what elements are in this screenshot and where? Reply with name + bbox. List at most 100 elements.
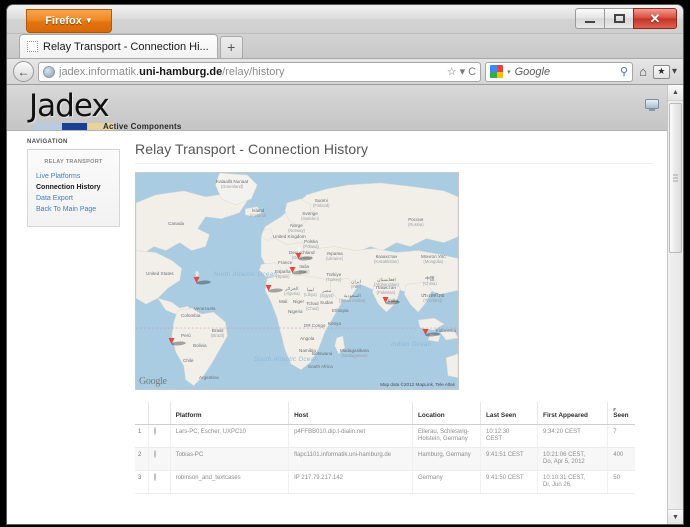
logo-color-bars [34,123,114,130]
map-label: South Africa [308,364,333,369]
sidebar-item-connection-history[interactable]: Connection History [36,183,111,193]
map-label: Angola [300,336,314,341]
map-label-sub: (Ukraine) [326,256,343,261]
flag-germany-icon [154,473,156,481]
new-tab-button[interactable]: + [220,36,243,58]
map-label: Argentina [199,375,219,380]
map-label: United Kingdom [273,234,306,239]
marker-canada[interactable]: 9 [192,269,203,285]
back-arrow-icon: ← [18,65,30,79]
flag-germany-icon [154,450,156,458]
map-label: Россия(Russia) [408,217,424,227]
map-label: Казахстан(Kazakhstan) [374,254,399,264]
minimize-button[interactable] [575,8,604,29]
map-label-sub: (Kazakhstan) [374,259,399,264]
cell-first-appeared-line2: Do, Apr 5, 2012 [543,459,603,466]
bookmarks-button[interactable]: ★ ▾ [653,65,677,79]
marker-spain[interactable] [264,277,275,293]
close-button[interactable]: ✕ [633,8,677,29]
cell-location: Ellerau, Schleswig-Holstein, Germany [413,425,481,448]
col-last-seen[interactable]: Last Seen [481,402,538,425]
sidebar-item-data-export[interactable]: Data Export [36,194,111,204]
reload-icon[interactable]: C [468,66,476,78]
map-label: Mali [279,299,287,304]
col-location[interactable]: Location [413,402,481,425]
home-button[interactable]: ⌂ [637,64,649,79]
map-label-sub: (China) [423,281,437,286]
map-label: Madagasikara(Madagascar) [340,348,369,358]
search-bar[interactable]: ▾ Google ⚲ [485,62,633,82]
window-titlebar: Firefox▼ ✕ [7,5,683,34]
chevron-down-icon[interactable]: ▾ [507,68,511,76]
map-label: Kenya [328,321,341,326]
back-button[interactable]: ← [13,61,34,82]
col-flag[interactable] [148,402,170,425]
col-first-appeared[interactable]: First Appeared [538,402,608,425]
map-label-sub: (Brazil) [211,333,224,338]
page-scrollbar[interactable]: ▲ ▼ [667,85,683,525]
sidebar-item-back-to-main-page[interactable]: Back To Main Page [36,205,111,215]
map-label-sub: (Turkey) [326,277,341,282]
scroll-down-button[interactable]: ▼ [668,509,683,525]
chevron-down-icon: ▼ [85,16,93,25]
map-label: Sudan [320,300,333,305]
search-icon[interactable]: ⚲ [620,65,628,78]
world-map[interactable]: Kalaallit Nunaat(Greenland)Ísland(Icelan… [135,172,459,390]
firefox-window: Firefox▼ ✕ Relay Transport - Connection … [6,4,684,525]
marker-germany[interactable] [288,259,299,275]
tab-title: Relay Transport - Connection Hi... [43,41,209,53]
map-label: Монгол Улс(Mongolia) [421,254,446,264]
map-label: Україна(Ukraine) [326,251,343,261]
cell-platform: Lars-PC, Escher, UXPC10 [170,425,288,448]
maximize-button[interactable] [604,8,633,29]
new-tab-label: + [227,39,235,55]
table-row[interactable]: 1Lars-PC, Escher, UXPC10p4FFBB010.dip.t-… [135,425,635,448]
logo-tagline: Active Components [103,122,182,131]
sidebar-item-live-platforms[interactable]: Live Platforms [36,172,111,182]
window-controls: ✕ [575,8,677,29]
marker-india[interactable] [381,289,392,305]
cell-location-line2: Holstein, Germany [418,436,476,443]
map-label: الجزائر(Algeria) [284,286,300,296]
connection-history-table: Platform Host Location Last Seen First A… [135,402,635,494]
logo-bar-2 [62,123,87,130]
col-platform[interactable]: Platform [170,402,288,425]
map-attribution: Map data ©2012 MapLink, Tele Atlas [380,382,455,387]
monitor-icon [645,99,659,111]
map-label-sub: (Norway) [288,228,305,233]
chevron-down-icon: ▾ [672,66,677,77]
url-bar[interactable]: jadex.informatik.uni-hamburg.de/relay/hi… [38,62,481,82]
map-label: السعودية(Saudi Arabia) [339,293,366,303]
col-host[interactable]: Host [289,402,413,425]
tab-relay-transport[interactable]: Relay Transport - Connection Hi... [19,34,218,58]
marker-peru[interactable] [167,330,178,346]
marker-indonesia[interactable] [421,321,432,337]
jadex-logo[interactable]: Jadex [29,89,109,123]
cell-location: Hamburg, Germany [413,448,481,471]
map-label: DR Congo [304,323,325,328]
table-row[interactable]: 2Tobias-PCflapc1101.informatik.uni-hambu… [135,448,635,471]
table-row[interactable]: 3robinson_and_textcasesIP 217.79.217.142… [135,471,635,494]
map-label-sub: (Greenland) [216,184,248,189]
chevron-down-icon[interactable]: ▾ [460,65,466,78]
cell-platform: Tobias-PC [170,448,288,471]
firefox-menu-button[interactable]: Firefox▼ [26,9,112,33]
bookmark-star-icon[interactable]: ☆ [447,65,457,78]
map-label: Canada [168,221,184,226]
sidebar-nav-box: RELAY TRANSPORT Live Platforms Connectio… [27,149,120,227]
map-label: Chile [183,358,193,363]
map-label-sub: (Mongolia) [421,259,446,264]
marker-count-label: 9 [192,269,203,280]
google-logo[interactable]: Google [139,376,167,387]
col-index[interactable] [135,402,148,425]
map-label: Venezuela [194,306,215,311]
scrollbar-thumb[interactable] [669,103,682,253]
map-label-sub: (Egypt) [320,293,334,298]
search-engine-label: Google [515,66,616,78]
scroll-up-button[interactable]: ▲ [668,85,683,101]
cell-host: flapc1101.informatik.uni-hamburg.de [289,448,413,471]
col-seen[interactable]: #Seen [608,402,635,425]
map-label: Perú [181,333,191,338]
map-label-sub: (Madagascar) [340,353,369,358]
map-label: Kalaallit Nunaat(Greenland) [216,179,248,189]
